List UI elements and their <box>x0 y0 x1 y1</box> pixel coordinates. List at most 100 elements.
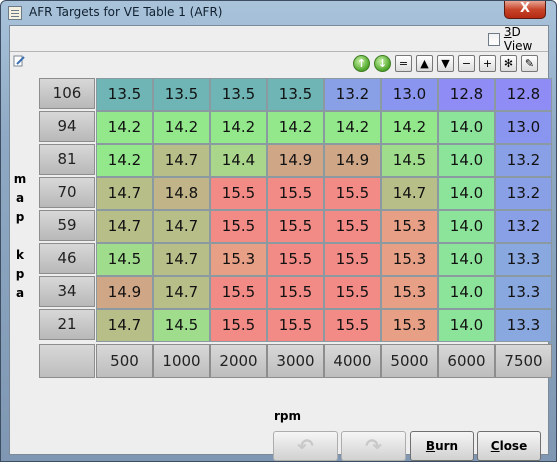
table-cell[interactable]: 14.7 <box>381 177 438 210</box>
subtract-button[interactable]: − <box>458 55 475 72</box>
table-cell[interactable]: 14.0 <box>438 309 495 342</box>
table-cell[interactable]: 14.5 <box>381 144 438 177</box>
table-cell[interactable]: 14.9 <box>324 144 381 177</box>
table-cell[interactable]: 14.2 <box>96 144 153 177</box>
table-cell[interactable]: 13.2 <box>495 177 552 210</box>
3d-view-checkbox[interactable] <box>488 32 500 46</box>
table-cell[interactable]: 15.5 <box>210 276 267 309</box>
table-cell[interactable]: 14.7 <box>153 243 210 276</box>
table-cell[interactable]: 14.7 <box>96 309 153 342</box>
window-title: AFR Targets for VE Table 1 (AFR) <box>29 5 223 19</box>
table-cell[interactable]: 14.0 <box>438 276 495 309</box>
table-toolbar: ↑ ↓ = ▲ ▼ − + ✻ ✎ <box>10 55 550 73</box>
table-cell[interactable]: 13.5 <box>153 78 210 111</box>
decrement-green-button[interactable]: ↓ <box>374 55 391 72</box>
table-cell[interactable]: 14.0 <box>438 111 495 144</box>
table-corner <box>39 344 95 378</box>
multiply-button[interactable]: ✻ <box>500 55 517 72</box>
close-button[interactable]: Close <box>477 431 541 461</box>
table-cell[interactable]: 14.0 <box>438 177 495 210</box>
3d-view-toggle[interactable]: 3D View <box>488 25 548 53</box>
table-cell[interactable]: 15.5 <box>324 309 381 342</box>
table-cell[interactable]: 14.2 <box>267 111 324 144</box>
table-cell[interactable]: 15.5 <box>324 276 381 309</box>
y-axis-label-char: p <box>15 210 25 224</box>
table-cell[interactable]: 12.8 <box>495 78 552 111</box>
table-cell[interactable]: 13.5 <box>267 78 324 111</box>
add-button[interactable]: + <box>479 55 496 72</box>
table-cell[interactable]: 14.9 <box>267 144 324 177</box>
column-header: 7500 <box>495 344 552 378</box>
table-cell[interactable]: 15.3 <box>381 243 438 276</box>
table-cell[interactable]: 14.7 <box>96 210 153 243</box>
window: AFR Targets for VE Table 1 (AFR) X 3D Vi… <box>0 0 557 462</box>
column-header: 3000 <box>267 344 324 378</box>
table-cell[interactable]: 13.2 <box>495 144 552 177</box>
table-cell[interactable]: 15.5 <box>210 309 267 342</box>
table-cell[interactable]: 14.2 <box>96 111 153 144</box>
table-cell[interactable]: 13.5 <box>210 78 267 111</box>
y-axis-label-char: m <box>13 172 27 186</box>
table-cell[interactable]: 15.5 <box>267 309 324 342</box>
table-cell[interactable]: 14.2 <box>153 111 210 144</box>
column-header: 4000 <box>324 344 381 378</box>
burn-button[interactable]: Burn <box>410 431 474 461</box>
table-cell[interactable]: 14.2 <box>210 111 267 144</box>
table-cell[interactable]: 15.5 <box>324 177 381 210</box>
table-cell[interactable]: 14.9 <box>96 276 153 309</box>
window-close-button[interactable]: X <box>504 1 546 19</box>
table-cell[interactable]: 14.8 <box>153 177 210 210</box>
table-cell[interactable]: 15.5 <box>324 243 381 276</box>
table-cell[interactable]: 15.5 <box>267 210 324 243</box>
table-cell[interactable]: 13.3 <box>495 309 552 342</box>
table-cell[interactable]: 13.2 <box>495 210 552 243</box>
table-cell[interactable]: 15.5 <box>210 177 267 210</box>
table-cell[interactable]: 13.0 <box>381 78 438 111</box>
row-header: 70 <box>39 177 95 208</box>
table-cell[interactable]: 15.5 <box>210 210 267 243</box>
table-cell[interactable]: 15.3 <box>210 243 267 276</box>
decrease-button[interactable]: ▼ <box>437 55 454 72</box>
table-cell[interactable]: 14.0 <box>438 243 495 276</box>
table-cell[interactable]: 13.2 <box>324 78 381 111</box>
table-cell[interactable]: 15.5 <box>267 243 324 276</box>
y-axis-label-char: p <box>15 267 25 281</box>
table-cell[interactable]: 14.4 <box>210 144 267 177</box>
table-cell[interactable]: 13.0 <box>495 111 552 144</box>
table-cell[interactable]: 14.0 <box>438 210 495 243</box>
table-cell[interactable]: 13.3 <box>495 243 552 276</box>
table-cell[interactable]: 13.3 <box>495 276 552 309</box>
y-axis-label-char: k <box>16 248 24 262</box>
table-cell[interactable]: 14.2 <box>324 111 381 144</box>
3d-view-label: 3D View <box>503 25 533 53</box>
table-cell[interactable]: 15.5 <box>324 210 381 243</box>
table-cell[interactable]: 13.5 <box>96 78 153 111</box>
redo-button[interactable]: ↷ <box>341 431 406 461</box>
row-header: 81 <box>39 144 95 175</box>
app-icon <box>8 6 22 20</box>
table-cell[interactable]: 14.2 <box>381 111 438 144</box>
table-cell[interactable]: 12.8 <box>438 78 495 111</box>
table-cell[interactable]: 14.7 <box>153 144 210 177</box>
row-header: 21 <box>39 309 95 340</box>
table-cell[interactable]: 14.7 <box>96 177 153 210</box>
title-bar[interactable]: AFR Targets for VE Table 1 (AFR) X <box>1 1 556 25</box>
table-cell[interactable]: 14.5 <box>153 309 210 342</box>
increase-button[interactable]: ▲ <box>416 55 433 72</box>
table-cell[interactable]: 14.5 <box>96 243 153 276</box>
undo-button[interactable]: ↶ <box>273 431 338 461</box>
table-cell[interactable]: 15.3 <box>381 309 438 342</box>
set-equal-button[interactable]: = <box>395 55 412 72</box>
increment-green-button[interactable]: ↑ <box>353 55 370 72</box>
pen-button[interactable]: ✎ <box>521 55 538 72</box>
table-cell[interactable]: 14.7 <box>153 276 210 309</box>
row-header: 46 <box>39 243 95 274</box>
table-cell[interactable]: 15.3 <box>381 210 438 243</box>
table-cell[interactable]: 15.5 <box>267 276 324 309</box>
table-cell[interactable]: 15.5 <box>267 177 324 210</box>
table-cell[interactable]: 14.7 <box>153 210 210 243</box>
table-cell[interactable]: 15.3 <box>381 276 438 309</box>
row-header: 59 <box>39 210 95 241</box>
column-header: 6000 <box>438 344 495 378</box>
table-cell[interactable]: 14.0 <box>438 144 495 177</box>
